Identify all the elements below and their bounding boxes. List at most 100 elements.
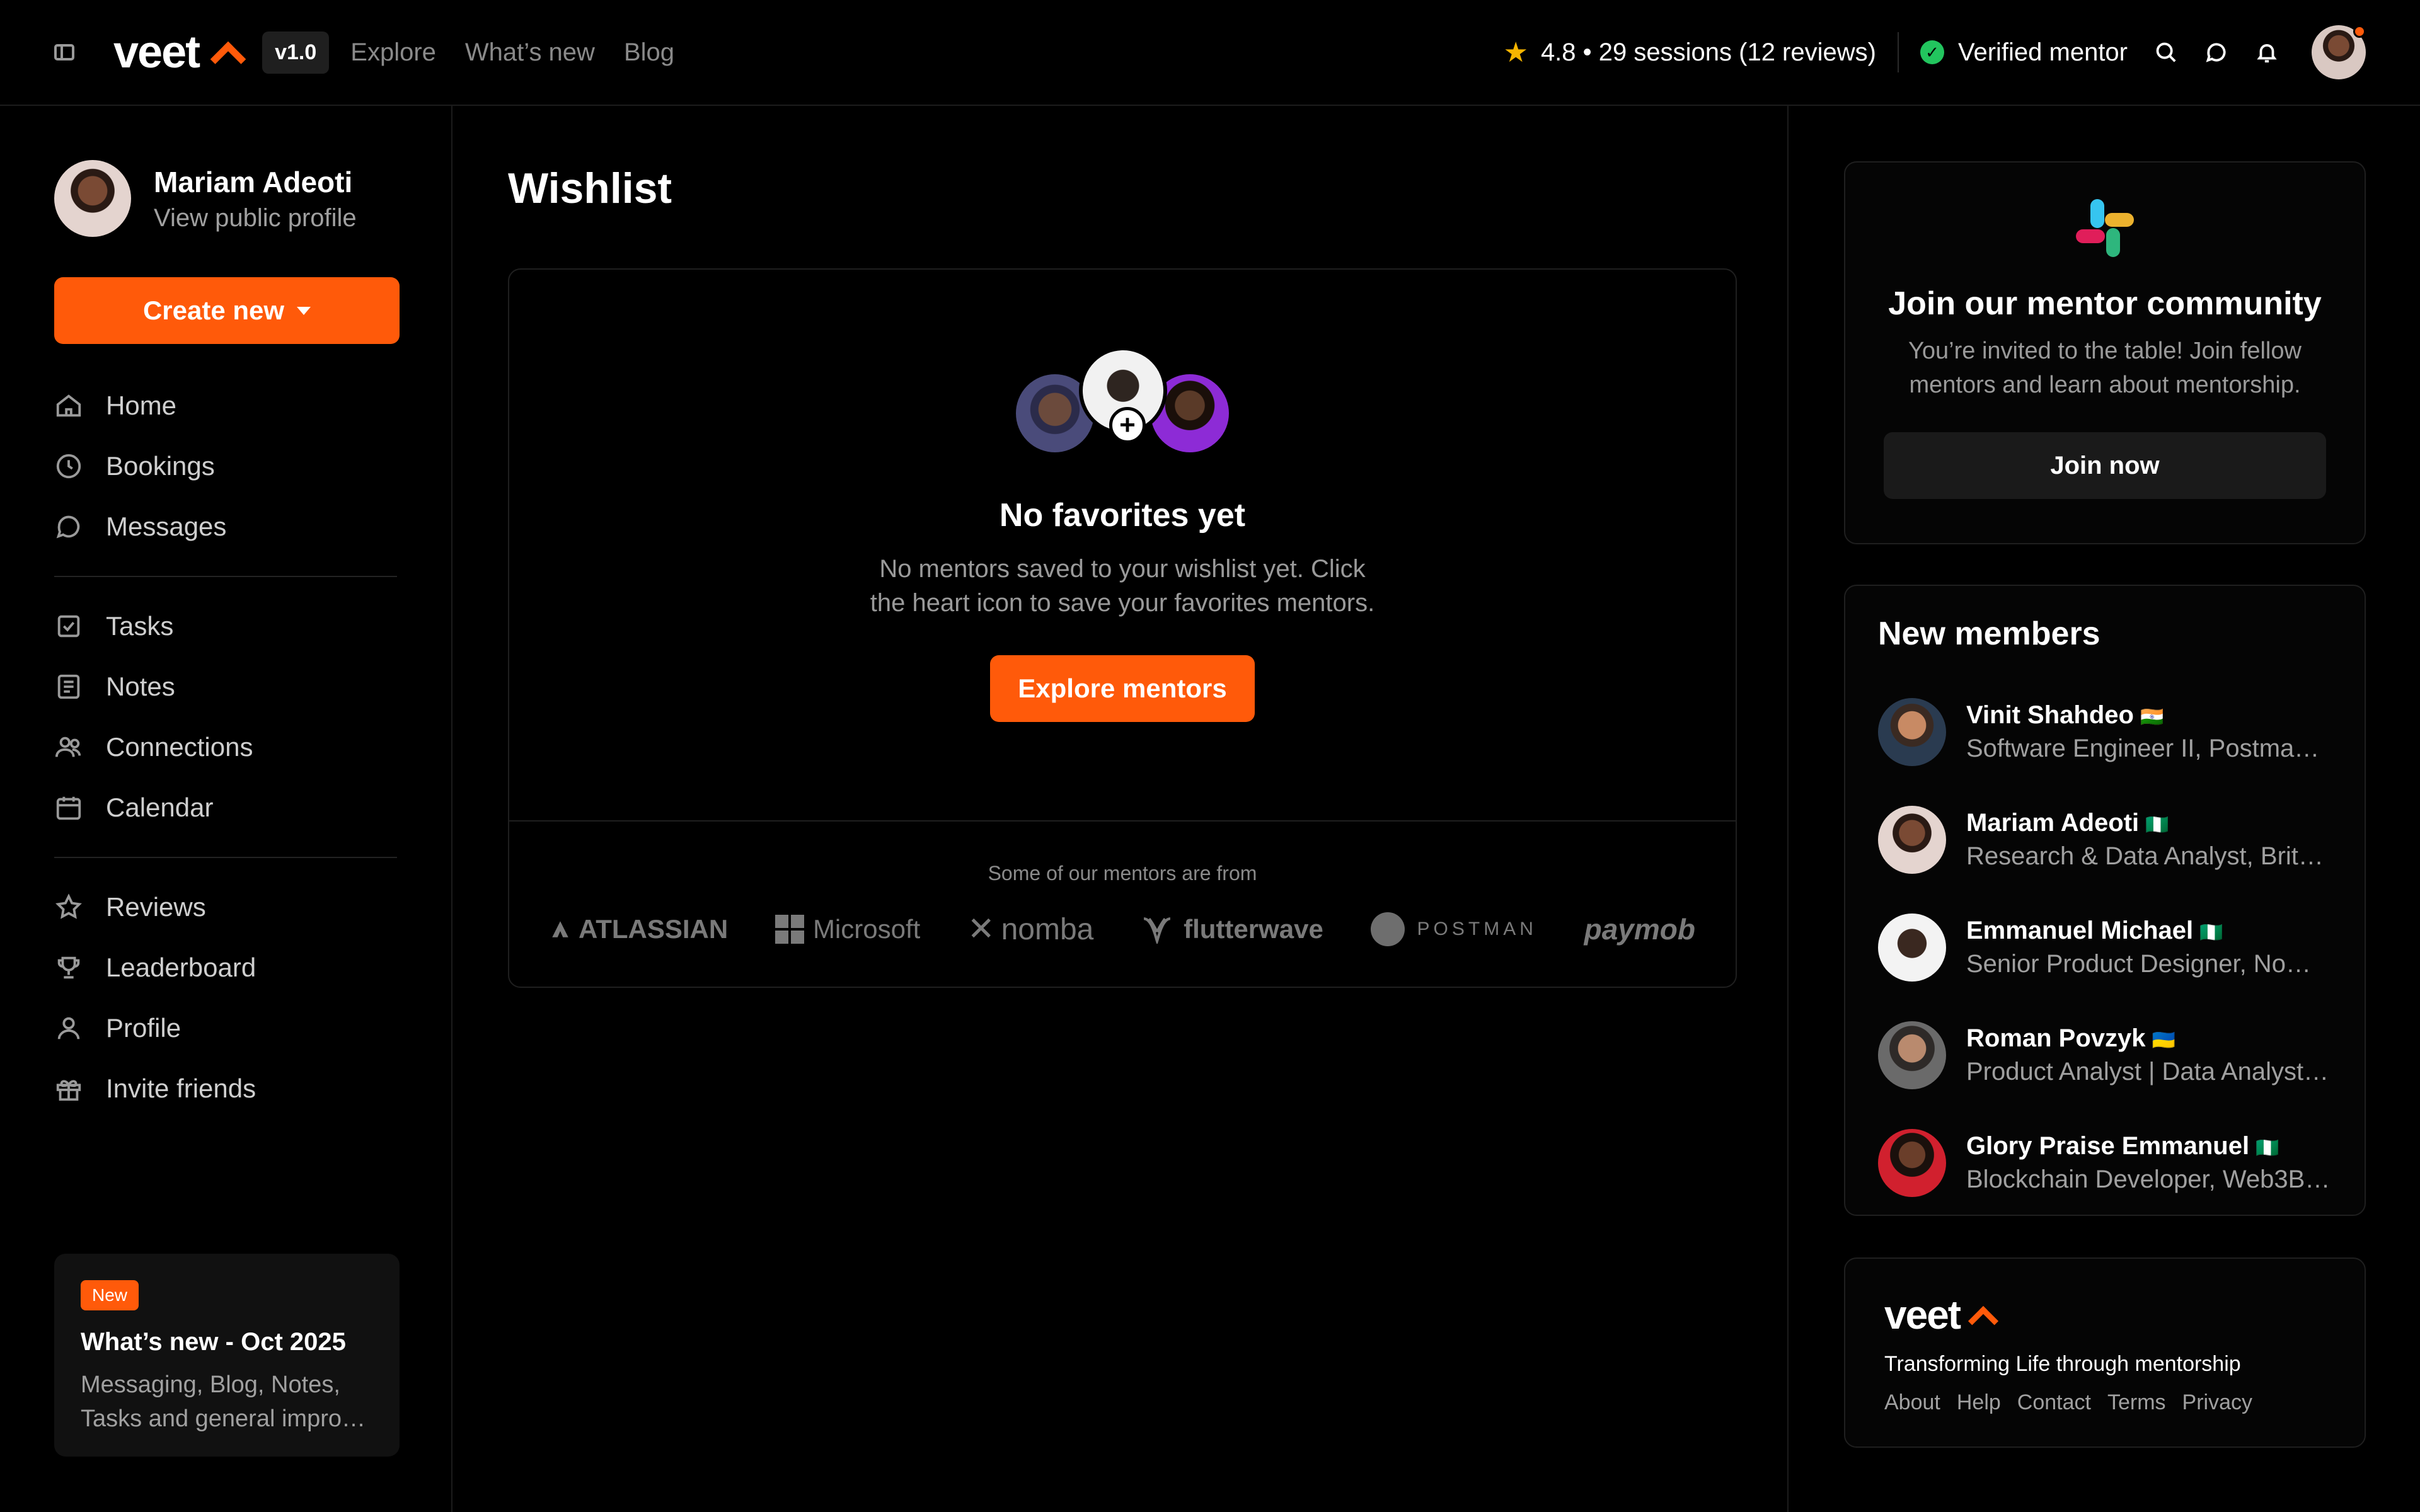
sidebar-item-label: Profile xyxy=(106,1013,182,1043)
atlassian-text: ATLASSIAN xyxy=(579,914,729,944)
brand-caret-icon xyxy=(210,41,246,77)
bell-icon[interactable] xyxy=(2255,40,2279,64)
member-role: Blockchain Developer, Web3Br… xyxy=(1966,1165,2332,1193)
flutterwave-icon xyxy=(1143,917,1171,944)
empty-description: No mentors saved to your wishlist yet. C… xyxy=(870,555,1375,617)
star-icon xyxy=(55,893,82,919)
user-avatar[interactable] xyxy=(2312,25,2366,79)
footer-link-about[interactable]: About xyxy=(1884,1390,1940,1415)
sidebar-item-label: Invite friends xyxy=(106,1074,256,1103)
profile-avatar xyxy=(54,160,131,237)
flutterwave-text: flutterwave xyxy=(1184,914,1323,944)
footer-logo[interactable]: veet xyxy=(1884,1292,2325,1338)
nomba-text: nomba xyxy=(1001,912,1094,946)
company-logos: ATLASSIAN Microsoft ✕ nomba flutterwave … xyxy=(509,885,1736,948)
mentor-companies: Some of our mentors are from ATLASSIAN M… xyxy=(509,822,1736,948)
sidebar-item-bookings[interactable]: Bookings xyxy=(54,436,397,496)
main-content: Wishlist + No favorites yet No mentors s… xyxy=(454,106,1789,1512)
microsoft-icon xyxy=(775,915,804,944)
empty-title: No favorites yet xyxy=(999,497,1246,534)
rating-dot: • xyxy=(1576,38,1599,66)
top-bar: veet v1.0 Explore What’s new Blog ★ 4.8 … xyxy=(0,0,2420,106)
user-icon xyxy=(57,1017,80,1040)
sidebar-item-label: Messages xyxy=(106,512,227,541)
member-name: Emmanuel Michael xyxy=(1966,916,2194,944)
create-new-label: Create new xyxy=(142,295,285,325)
sidebar-toggle-icon[interactable] xyxy=(54,44,74,60)
trophy-icon xyxy=(57,956,80,979)
member-item[interactable]: Roman Povzyk 🇺🇦 Product Analyst | Data An… xyxy=(1878,1001,2332,1109)
top-nav: Explore What’s new Blog xyxy=(350,38,674,67)
sidebar-item-reviews[interactable]: Reviews xyxy=(54,877,397,937)
footer-link-terms[interactable]: Terms xyxy=(2107,1390,2166,1415)
member-item[interactable]: Vinit Shahdeo 🇮🇳 Software Engineer II, Po… xyxy=(1878,678,2332,786)
footer-links: About Help Contact Terms Privacy xyxy=(1884,1390,2325,1415)
new-members-card: New members Vinit Shahdeo 🇮🇳 Software Eng… xyxy=(1844,585,2366,1216)
sidebar: Mariam Adeoti View public profile Create… xyxy=(0,106,452,1512)
member-avatar xyxy=(1878,1128,1946,1197)
microsoft-text: Microsoft xyxy=(812,914,921,944)
sidebar-item-profile[interactable]: Profile xyxy=(54,998,397,1058)
sidebar-item-label: Home xyxy=(106,391,177,420)
sidebar-item-calendar[interactable]: Calendar xyxy=(54,777,397,838)
postman-icon xyxy=(1370,912,1405,946)
footer-link-help[interactable]: Help xyxy=(1957,1390,2001,1415)
new-members-title: New members xyxy=(1878,616,2100,652)
member-role: Product Analyst | Data Analyst |… xyxy=(1966,1057,2332,1085)
nav-blog[interactable]: Blog xyxy=(624,38,674,67)
footer-brand-name: veet xyxy=(1884,1292,1961,1337)
chat-icon xyxy=(56,515,80,539)
sidebar-item-connections[interactable]: Connections xyxy=(54,717,397,777)
sidebar-item-notes[interactable]: Notes xyxy=(54,656,397,717)
search-icon[interactable] xyxy=(2154,40,2178,64)
brand-name: veet xyxy=(113,27,200,77)
sidebar-item-label: Bookings xyxy=(106,451,215,481)
sidebar-divider xyxy=(54,576,397,577)
calendar-icon xyxy=(56,796,81,820)
tagline: Transforming Life through mentorship xyxy=(1884,1352,2241,1376)
whats-new-card[interactable]: New What’s new - Oct 2025 Messaging, Blo… xyxy=(54,1254,400,1457)
flutterwave-logo: flutterwave xyxy=(1141,914,1323,944)
member-item[interactable]: Mariam Adeoti 🇳🇬 Research & Data Analyst,… xyxy=(1878,786,2332,893)
sidebar-divider xyxy=(54,857,397,858)
sidebar-item-messages[interactable]: Messages xyxy=(54,496,397,557)
join-now-button[interactable]: Join now xyxy=(1884,432,2326,499)
rating-value: 4.8 xyxy=(1540,38,1576,66)
nomba-icon: ✕ xyxy=(967,911,995,948)
member-item[interactable]: Emmanuel Michael 🇳🇬 Senior Product Design… xyxy=(1878,893,2332,1001)
create-new-button[interactable]: Create new xyxy=(54,277,400,344)
sidebar-item-label: Connections xyxy=(106,732,253,762)
home-icon xyxy=(56,394,81,417)
header-divider xyxy=(1897,32,1899,72)
mentor-community-card: Join our mentor community You’re invited… xyxy=(1844,161,2366,544)
right-panel: Join our mentor community You’re invited… xyxy=(1790,106,2420,1512)
member-name: Vinit Shahdeo xyxy=(1966,701,2134,729)
atlassian-logo: ATLASSIAN xyxy=(550,914,728,944)
member-flag: 🇺🇦 xyxy=(2152,1029,2175,1051)
brand-logo[interactable]: veet xyxy=(113,26,246,78)
member-name: Glory Praise Emmanuel xyxy=(1966,1131,2250,1160)
sidebar-item-invite-friends[interactable]: Invite friends xyxy=(54,1058,397,1119)
footer-link-contact[interactable]: Contact xyxy=(2017,1390,2091,1415)
paymob-text: paymob xyxy=(1584,913,1695,946)
sidebar-item-tasks[interactable]: Tasks xyxy=(54,596,397,656)
nav-explore[interactable]: Explore xyxy=(350,38,436,67)
join-description: You’re invited to the table! Join fellow… xyxy=(1908,338,2302,398)
explore-mentors-button[interactable]: Explore mentors xyxy=(990,655,1255,722)
member-item[interactable]: Glory Praise Emmanuel 🇳🇬 Blockchain Devel… xyxy=(1878,1109,2332,1217)
sessions-count: 29 sessions (12 reviews) xyxy=(1598,38,1876,66)
companies-label: Some of our mentors are from xyxy=(988,862,1257,885)
verified-check-icon: ✓ xyxy=(1920,40,1944,64)
avatar-stack: + xyxy=(1012,346,1233,472)
sidebar-item-home[interactable]: Home xyxy=(54,375,397,436)
star-icon: ★ xyxy=(1503,37,1528,68)
member-flag: 🇮🇳 xyxy=(2140,706,2164,728)
sidebar-item-leaderboard[interactable]: Leaderboard xyxy=(54,937,397,998)
version-badge: v1.0 xyxy=(262,31,330,74)
nav-whats-new[interactable]: What’s new xyxy=(465,38,595,67)
sidebar-profile[interactable]: Mariam Adeoti View public profile xyxy=(54,160,397,237)
chat-icon[interactable] xyxy=(2204,40,2228,64)
member-flag: 🇳🇬 xyxy=(2199,922,2223,943)
footer-link-privacy[interactable]: Privacy xyxy=(2182,1390,2252,1415)
view-public-profile-link[interactable]: View public profile xyxy=(154,204,357,232)
